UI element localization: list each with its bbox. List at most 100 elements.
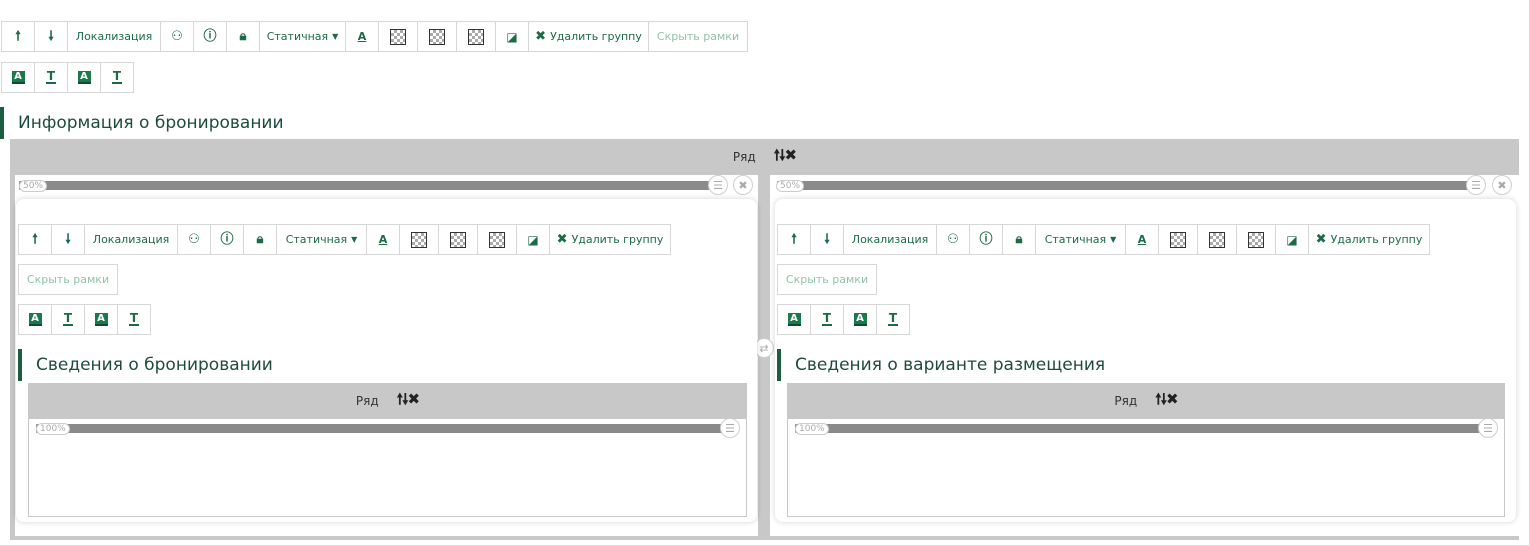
column-menu-icon[interactable]: ☰: [1478, 418, 1498, 438]
border-color-button[interactable]: [438, 224, 478, 255]
column-width-label: 50%: [776, 180, 805, 192]
column-width-slider[interactable]: [36, 424, 732, 433]
heading-style-a-button[interactable]: A: [777, 304, 811, 335]
text-style-toolbar: A T A T: [777, 304, 910, 335]
swap-columns-icon[interactable]: ⇄: [754, 338, 774, 358]
close-icon[interactable]: ✖: [408, 390, 421, 408]
arrow-up-icon: 🠕: [791, 232, 797, 247]
column-menu-icon[interactable]: ☰: [708, 175, 728, 195]
close-icon[interactable]: ✖: [785, 146, 798, 164]
group-toolbar: 🠕 🠗 Локализация ⚇ ⓘ 🔒︎ Статичная ▼ A ◪ ✖ У…: [18, 224, 671, 255]
transparent-swatch-icon: [429, 28, 445, 45]
hide-frames-toolbar: Скрыть рамки: [18, 264, 118, 295]
move-down-button[interactable]: 🠗: [810, 224, 844, 255]
body-style-t-button[interactable]: T: [100, 62, 134, 93]
eraser-button[interactable]: ◪: [495, 21, 529, 52]
text-style-a-icon: A: [853, 313, 867, 326]
info-icon: ⓘ: [979, 232, 993, 247]
heading-style-a-button[interactable]: A: [18, 304, 52, 335]
heading-style-t-button[interactable]: T: [34, 62, 68, 93]
binoculars-icon: ⚇: [171, 29, 183, 44]
border-color-button[interactable]: [417, 21, 457, 52]
heading-style-t-button[interactable]: T: [51, 304, 85, 335]
column-width-slider[interactable]: [777, 181, 1477, 190]
heading-style-a-button[interactable]: A: [1, 62, 35, 93]
body-style-a-button[interactable]: A: [84, 304, 118, 335]
column-width-slider[interactable]: [19, 181, 719, 190]
localization-button[interactable]: Локализация: [67, 21, 161, 52]
eraser-button[interactable]: ◪: [516, 224, 550, 255]
body-style-a-button[interactable]: A: [67, 62, 101, 93]
group-title: Сведения о бронировании: [18, 349, 273, 381]
eraser-button[interactable]: ◪: [1275, 224, 1309, 255]
move-up-button[interactable]: 🠕: [777, 224, 811, 255]
binoculars-button[interactable]: ⚇: [160, 21, 194, 52]
position-value: Статичная: [285, 233, 348, 246]
transparent-swatch-icon: [1209, 231, 1225, 248]
position-value: Статичная: [266, 30, 329, 43]
lock-button[interactable]: 🔒︎: [1002, 224, 1036, 255]
arrow-down-icon: 🠗: [824, 232, 830, 247]
position-dropdown[interactable]: Статичная ▼: [276, 224, 367, 255]
caret-down-icon: ▼: [1110, 235, 1117, 244]
delete-group-button[interactable]: ✖ Удалить группу: [1308, 224, 1430, 255]
column-close-icon[interactable]: ✖: [1492, 175, 1512, 195]
column-width-label: 100%: [36, 423, 70, 435]
info-button[interactable]: ⓘ: [193, 21, 227, 52]
shadow-color-button[interactable]: [477, 224, 517, 255]
lock-button[interactable]: 🔒︎: [226, 21, 260, 52]
body-style-a-button[interactable]: A: [843, 304, 877, 335]
row-label: Ряд: [732, 150, 756, 164]
column-width-slider[interactable]: [795, 424, 1491, 433]
font-color-icon: A: [378, 233, 388, 246]
transparent-swatch-icon: [468, 28, 484, 45]
border-color-button[interactable]: [1197, 224, 1237, 255]
move-up-button[interactable]: 🠕: [18, 224, 52, 255]
hide-frames-button[interactable]: Скрыть рамки: [648, 21, 748, 52]
column-close-icon[interactable]: ✖: [733, 175, 753, 195]
font-color-button[interactable]: A: [345, 21, 379, 52]
row-controls[interactable]: 🠕🠗✖: [397, 389, 421, 414]
move-up-button[interactable]: 🠕: [1, 21, 35, 52]
localization-button[interactable]: Локализация: [843, 224, 937, 255]
hide-frames-button[interactable]: Скрыть рамки: [777, 264, 877, 295]
delete-group-label: Удалить группу: [1330, 233, 1423, 246]
row-controls[interactable]: 🠕🠗✖: [774, 145, 798, 170]
text-style-t-icon: T: [128, 311, 140, 326]
info-button[interactable]: ⓘ: [969, 224, 1003, 255]
column-menu-icon[interactable]: ☰: [720, 418, 740, 438]
body-style-t-button[interactable]: T: [117, 304, 151, 335]
shadow-color-button[interactable]: [456, 21, 496, 52]
delete-group-button[interactable]: ✖ Удалить группу: [549, 224, 671, 255]
hide-frames-button[interactable]: Скрыть рамки: [18, 264, 118, 295]
transparent-swatch-icon: [1248, 231, 1264, 248]
move-down-button[interactable]: 🠗: [34, 21, 68, 52]
font-color-button[interactable]: A: [366, 224, 400, 255]
move-down-button[interactable]: 🠗: [51, 224, 85, 255]
page-title: Информация о бронировании: [0, 107, 284, 139]
background-color-button[interactable]: [378, 21, 418, 52]
localization-button[interactable]: Локализация: [84, 224, 178, 255]
info-button[interactable]: ⓘ: [210, 224, 244, 255]
text-style-a-icon: A: [11, 71, 25, 84]
column-menu-icon[interactable]: ☰: [1466, 175, 1486, 195]
binoculars-button[interactable]: ⚇: [936, 224, 970, 255]
heading-style-t-button[interactable]: T: [810, 304, 844, 335]
lock-button[interactable]: 🔒︎: [243, 224, 277, 255]
close-icon[interactable]: ✖: [1166, 390, 1179, 408]
close-icon: ✖: [556, 232, 568, 247]
transparent-swatch-icon: [390, 28, 406, 45]
binoculars-button[interactable]: ⚇: [177, 224, 211, 255]
shadow-color-button[interactable]: [1236, 224, 1276, 255]
group-toolbar: 🠕 🠗 Локализация ⚇ ⓘ 🔒︎ Статичная ▼ A ◪ ✖ У…: [1, 21, 748, 52]
background-color-button[interactable]: [399, 224, 439, 255]
position-dropdown[interactable]: Статичная ▼: [1035, 224, 1126, 255]
font-color-button[interactable]: A: [1125, 224, 1159, 255]
position-dropdown[interactable]: Статичная ▼: [259, 21, 346, 52]
row-controls[interactable]: 🠕🠗✖: [1155, 389, 1179, 414]
body-style-t-button[interactable]: T: [876, 304, 910, 335]
text-style-t-icon: T: [45, 69, 57, 84]
delete-group-button[interactable]: ✖ Удалить группу: [528, 21, 649, 52]
text-style-a-icon: A: [787, 313, 801, 326]
background-color-button[interactable]: [1158, 224, 1198, 255]
